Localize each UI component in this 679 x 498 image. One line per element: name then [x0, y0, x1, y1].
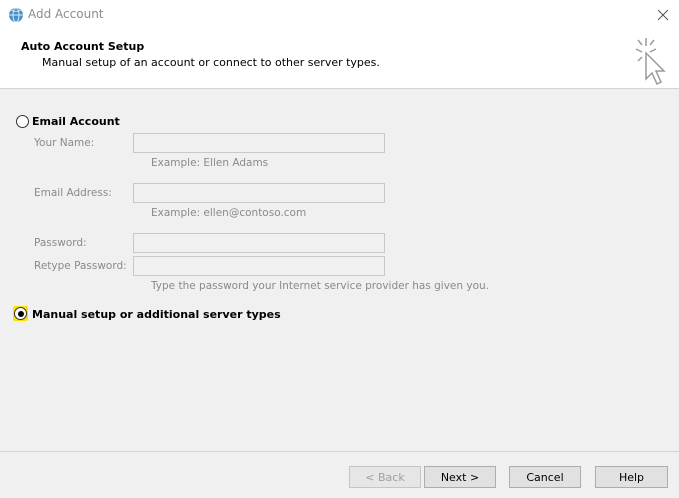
password-field[interactable]	[133, 233, 385, 253]
footer-divider	[0, 451, 679, 452]
email-address-hint: Example: ellen@contoso.com	[151, 207, 307, 219]
your-name-hint: Example: Ellen Adams	[151, 157, 269, 169]
window-title: Add Account	[28, 7, 104, 21]
cursor-click-icon	[635, 38, 666, 86]
email-account-radio[interactable]	[16, 115, 29, 128]
retype-password-label: Retype Password:	[34, 260, 127, 272]
manual-setup-radio[interactable]	[14, 307, 27, 320]
retype-password-field[interactable]	[133, 256, 385, 276]
title-bar: Add Account	[0, 0, 679, 30]
cancel-button[interactable]: Cancel	[509, 466, 581, 488]
password-label: Password:	[34, 237, 87, 249]
close-icon[interactable]	[656, 8, 670, 22]
your-name-field[interactable]	[133, 133, 385, 153]
email-address-field[interactable]	[133, 183, 385, 203]
password-hint: Type the password your Internet service …	[151, 280, 489, 292]
page-title: Auto Account Setup	[21, 40, 145, 53]
your-name-label: Your Name:	[34, 137, 95, 149]
back-button[interactable]: < Back	[349, 466, 421, 488]
wizard-header: Auto Account Setup Manual setup of an ac…	[0, 30, 679, 89]
page-subtitle: Manual setup of an account or connect to…	[42, 56, 380, 69]
manual-setup-label[interactable]: Manual setup or additional server types	[32, 308, 281, 321]
help-button[interactable]: Help	[595, 466, 668, 488]
email-address-label: Email Address:	[34, 187, 112, 199]
outlook-globe-icon	[9, 7, 23, 23]
next-button[interactable]: Next >	[424, 466, 496, 488]
email-account-label[interactable]: Email Account	[32, 115, 120, 128]
